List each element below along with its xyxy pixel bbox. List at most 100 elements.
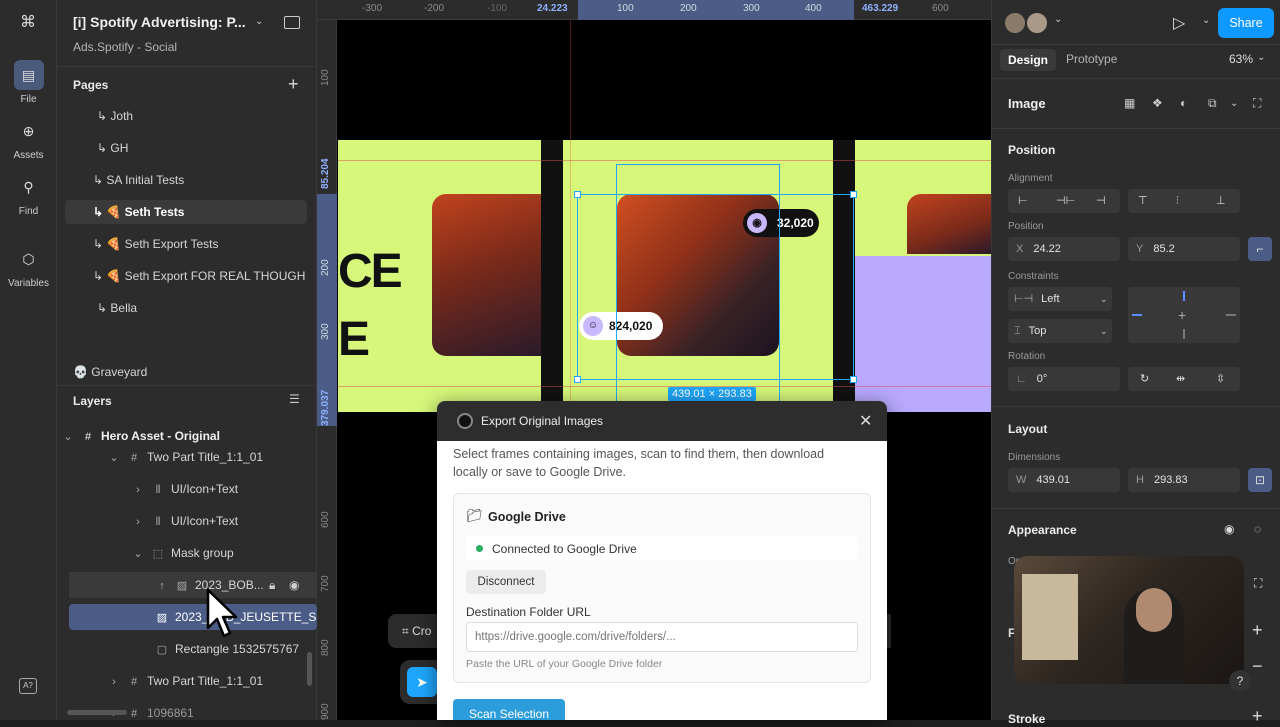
x-field[interactable]: X 24.22 [1008,237,1120,261]
panel-toggle-icon[interactable] [284,16,300,29]
layer-item[interactable]: ↑ ▨ 2023_BOB... 🔒︎ ◉ [69,572,317,598]
y-field[interactable]: Y 85.2 [1128,237,1240,261]
eye-icon[interactable]: ◉ [289,572,299,598]
rail-find[interactable]: ⚲ Find [0,172,57,217]
tab-prototype[interactable]: Prototype [1066,52,1117,66]
figma-logo-icon[interactable]: ⌘ [18,12,38,32]
align-right-icon[interactable]: ⊣ [1096,189,1106,213]
layer-item[interactable]: › # Two Part Title_1:1_01 [57,668,307,694]
zoom-level[interactable]: 63% [1229,52,1253,66]
constraint-center-icon[interactable]: + [1178,307,1186,323]
chevron-down-icon[interactable]: ⌄ [255,16,263,27]
layer-item-selected[interactable]: ▨ 2023_BOB_JEUSETTE_S [69,604,317,630]
resize-handle[interactable] [574,376,581,383]
layer-item[interactable]: › ⫴ UI/Icon+Text [57,508,307,534]
keyboard-shortcuts-icon[interactable]: A? [19,678,37,694]
constraint-top-bar[interactable] [1183,291,1185,301]
chevron-down-icon[interactable]: ⌄ [1230,98,1238,109]
scan-selection-button[interactable]: Scan Selection [453,699,565,720]
share-button[interactable]: Share [1218,8,1274,38]
rail-file[interactable]: ▤ File [0,60,57,105]
play-icon[interactable]: ▷ [1173,13,1185,33]
chevron-down-icon[interactable]: ⌄ [1054,14,1062,25]
close-icon[interactable]: ✕ [859,411,872,431]
constraint-bottom-bar[interactable] [1183,329,1185,339]
height-field[interactable]: H 293.83 [1128,468,1240,492]
ruler-label: 900 [320,703,331,720]
add-stroke-icon[interactable]: + [1252,706,1263,727]
help-button[interactable]: ? [1229,670,1251,692]
component-icon[interactable]: ❖ [1152,96,1163,110]
align-left-icon[interactable]: ⊢ [1018,189,1028,213]
chevron-right-icon[interactable]: › [131,477,145,502]
disconnect-button[interactable]: Disconnect [466,570,546,594]
page-item[interactable]: ↳ Joth [65,104,307,128]
add-page-icon[interactable]: + [288,74,299,95]
collapse-layers-icon[interactable]: ☰ [289,392,300,406]
avatar[interactable] [1025,11,1049,35]
page-item[interactable]: 💀 Graveyard [65,360,307,384]
eye-icon[interactable]: ◉ [1224,522,1234,536]
blend-mode-icon[interactable]: ◌ [1254,522,1261,536]
tab-design[interactable]: Design [1000,49,1057,71]
rail-variables[interactable]: ⬡ Variables [0,244,57,289]
constraint-left-bar[interactable] [1132,314,1142,316]
file-title[interactable]: [i] Spotify Advertising: P... [73,14,246,30]
constraint-vertical-select[interactable]: ⌶ Top ⌄ [1008,319,1112,343]
artboard-right[interactable] [855,140,991,412]
artboard-left[interactable]: CE E [338,140,541,412]
frame-selection-icon[interactable]: ⛶ [1253,96,1261,111]
constraint-widget[interactable]: + [1128,287,1240,343]
chevron-down-icon[interactable]: ⌄ [1257,52,1265,63]
ruler-label: 700 [320,575,331,592]
layers-scrollbar[interactable] [67,710,127,715]
toolbar-right-fragment [887,614,891,648]
constraint-toggle-icon[interactable]: ⌐ [1248,237,1272,261]
align-bottom-icon[interactable]: ⊥ [1216,189,1226,213]
chevron-down-icon[interactable]: ⌄ [131,541,145,566]
page-item[interactable]: ↳ SA Initial Tests [65,168,307,192]
layer-item[interactable]: ▢ Rectangle 1532575767 [57,636,307,662]
rail-assets[interactable]: ⊕ Assets [0,116,57,161]
layer-item[interactable]: ⌄ ⬚ Mask group [57,540,307,566]
folder-url-input[interactable] [466,622,858,652]
mask-icon[interactable]: ◐ [1180,96,1187,110]
rotation-field[interactable]: ∟ 0° [1008,367,1120,391]
expand-icon[interactable]: ⛶ [1254,576,1262,591]
page-item-selected[interactable]: ↳ 🍕 Seth Tests [65,200,307,224]
lock-icon[interactable]: 🔒︎ [269,572,275,598]
heading-fragment: E [338,313,371,366]
constraint-right-bar[interactable] [1226,314,1236,316]
constraint-horizontal-select[interactable]: ⊢⊣ Left ⌄ [1008,287,1112,311]
resize-handle[interactable] [850,376,857,383]
align-top-icon[interactable]: ⊤ [1138,189,1148,213]
resize-to-fit-icon[interactable]: ⊡ [1248,468,1272,492]
grid-icon[interactable]: ▦ [1124,96,1135,110]
page-item[interactable]: ↳ Bella [65,296,307,320]
chevron-down-icon[interactable]: ⌄ [1202,15,1210,26]
rotate-icon[interactable]: ↻ [1140,367,1149,391]
resize-handle[interactable] [574,191,581,198]
remove-fill-icon[interactable]: − [1252,656,1263,677]
move-tool-button[interactable]: ➤ [407,667,437,697]
flip-horizontal-icon[interactable]: ⇹ [1176,367,1185,391]
resize-handle[interactable] [850,191,857,198]
chevron-down-icon[interactable]: ⌄ [107,445,121,470]
width-field[interactable]: W 439.01 [1008,468,1120,492]
page-item[interactable]: ↳ GH [65,136,307,160]
layer-item[interactable]: › ⫴ UI/Icon+Text [57,476,307,502]
avatar[interactable] [1003,11,1027,35]
add-fill-icon[interactable]: + [1252,620,1263,641]
page-item[interactable]: ↳ 🍕 Seth Export Tests [65,232,307,256]
layer-item[interactable]: ⌄ # Two Part Title_1:1_01 [57,444,307,470]
dialog-description: Select frames containing images, scan to… [453,447,825,479]
align-middle-icon[interactable]: ⫶ [1176,189,1179,213]
boolean-icon[interactable]: ⧉ [1208,96,1217,111]
page-item[interactable]: ↳ 🍕 Seth Export FOR REAL THOUGH [65,264,307,288]
align-center-h-icon[interactable]: ⊣⊢ [1056,189,1075,213]
chevron-right-icon[interactable]: › [107,669,121,694]
chevron-right-icon[interactable]: › [131,509,145,534]
flip-vertical-icon[interactable]: ⇳ [1216,367,1225,391]
layers-scrollbar-vertical[interactable] [307,652,312,686]
divider [992,406,1280,407]
